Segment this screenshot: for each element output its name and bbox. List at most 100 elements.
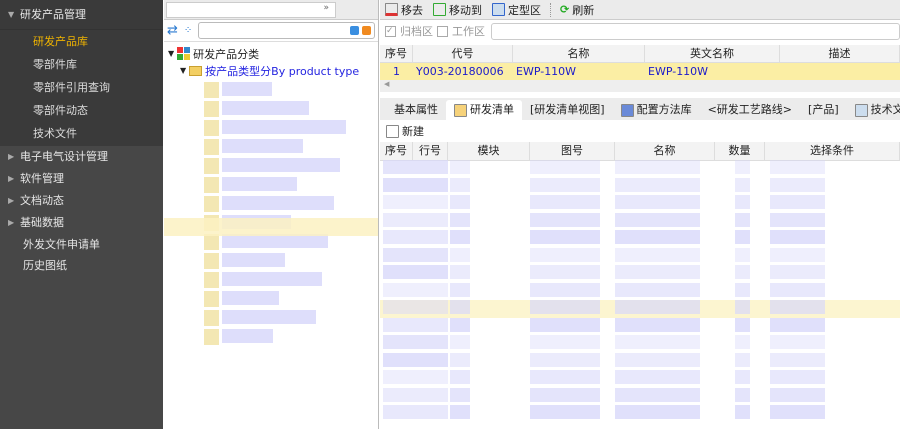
redacted-tree-node[interactable] xyxy=(222,120,346,134)
redacted-tree-node[interactable] xyxy=(222,82,272,96)
redacted-tree-node[interactable] xyxy=(204,158,219,174)
nav-group-base-data[interactable]: ▶ 基础数据 xyxy=(0,212,163,234)
tab-basic[interactable]: 基本属性 xyxy=(386,100,446,120)
nav-group-software[interactable]: ▶ 软件管理 xyxy=(0,168,163,190)
redacted-cell xyxy=(615,300,700,314)
redacted-cell xyxy=(413,317,448,332)
redacted-cell xyxy=(735,370,750,384)
redacted-tree-node[interactable] xyxy=(222,253,285,267)
tree-structure-icon[interactable]: ⁘ xyxy=(184,25,192,36)
main-panel: 移去 移动到 定型区 ⟳ 刷新 ✓ 归档区 工作区 序号 代号 名称 英文名称 描述… xyxy=(380,0,900,429)
archive-checkbox[interactable]: ✓ xyxy=(385,25,396,37)
tree-node-by-type[interactable]: ▼ 按产品类型分By product type xyxy=(168,62,378,79)
tab-tech-docs[interactable]: 技术文件 xyxy=(847,100,900,120)
collapsed-icon: ▶ xyxy=(8,196,15,205)
redacted-cell xyxy=(413,160,448,174)
redacted-cell xyxy=(413,230,448,244)
redacted-cell xyxy=(413,335,448,349)
redacted-tree-node[interactable] xyxy=(222,329,273,343)
nav-item-parts-dyn[interactable]: 零部件动态 xyxy=(0,99,163,122)
redacted-cell xyxy=(615,370,700,384)
redacted-cell xyxy=(770,317,825,332)
redacted-cell xyxy=(615,317,700,332)
move-to-button[interactable]: 移动到 xyxy=(428,2,487,18)
redacted-cell xyxy=(615,352,700,367)
redacted-tree-node[interactable] xyxy=(204,310,219,326)
redacted-cell xyxy=(450,160,470,174)
horizontal-scrollbar[interactable]: ◀ xyxy=(380,80,900,92)
redacted-cell xyxy=(450,387,470,402)
redacted-tree-node[interactable] xyxy=(204,139,219,155)
nav-item-rd-product-lib[interactable]: 研发产品库 xyxy=(0,30,163,53)
redacted-tree-node[interactable] xyxy=(222,139,303,153)
redacted-tree-node[interactable] xyxy=(222,310,316,324)
redacted-cell xyxy=(383,160,413,174)
refresh-icon: ⟳ xyxy=(560,3,570,16)
tab-product[interactable]: [产品] xyxy=(800,100,847,120)
redacted-cell xyxy=(383,300,413,314)
redacted-tree-node[interactable] xyxy=(204,234,219,250)
redacted-tree-node[interactable] xyxy=(204,291,219,307)
move-arrow-icon xyxy=(433,3,446,16)
remove-button[interactable]: 移去 xyxy=(380,2,428,18)
redacted-cell xyxy=(413,177,448,192)
nav-group-doc-dyn[interactable]: ▶ 文档动态 xyxy=(0,190,163,212)
redacted-tree-node[interactable] xyxy=(222,234,328,248)
redacted-cell xyxy=(383,405,413,419)
tree-search-input[interactable] xyxy=(198,22,375,39)
redacted-cell xyxy=(383,282,413,297)
redacted-cell xyxy=(530,387,600,402)
redacted-tree-node[interactable] xyxy=(204,101,219,117)
refresh-button[interactable]: ⟳ 刷新 xyxy=(555,2,599,18)
nav-item-history-drawings[interactable]: 历史图纸 xyxy=(0,255,163,276)
tab-rd-bom[interactable]: 研发清单 xyxy=(446,100,522,120)
tab-route[interactable]: <研发工艺路线> xyxy=(700,100,800,120)
nav-group-electronic[interactable]: ▶ 电子电气设计管理 xyxy=(0,146,163,168)
redacted-tree-node[interactable] xyxy=(222,272,322,286)
nav-item-parts-ref[interactable]: 零部件引用查询 xyxy=(0,76,163,99)
nav-item-parts-lib[interactable]: 零部件库 xyxy=(0,53,163,76)
redacted-cell xyxy=(383,195,413,209)
nav-item-outgoing-request[interactable]: 外发文件申请单 xyxy=(0,234,163,255)
redacted-cell xyxy=(383,335,413,349)
redacted-tree-node[interactable] xyxy=(204,329,219,345)
redacted-tree-node[interactable] xyxy=(204,272,219,288)
nav-item-tech-docs[interactable]: 技术文件 xyxy=(0,122,163,146)
selected-tree-node[interactable] xyxy=(164,218,378,236)
detail-tabs: 基本属性 研发清单 [研发清单视图] 配置方法库 <研发工艺路线> [产品] 技… xyxy=(380,98,900,120)
redacted-cell xyxy=(735,300,750,314)
redacted-cell xyxy=(615,160,700,174)
redacted-cell xyxy=(615,335,700,349)
category-icon xyxy=(177,47,191,60)
redacted-cell xyxy=(450,212,470,227)
refresh-icon[interactable]: ⇄ xyxy=(167,23,178,38)
arrow-down-icon[interactable] xyxy=(350,26,359,35)
redacted-tree-node[interactable] xyxy=(222,158,340,172)
tab-config[interactable]: 配置方法库 xyxy=(613,100,700,120)
arrow-up-icon[interactable] xyxy=(362,26,371,35)
redacted-cell xyxy=(450,317,470,332)
tab-bom-view[interactable]: [研发清单视图] xyxy=(522,100,613,120)
redacted-cell xyxy=(615,230,700,244)
redacted-tree-node[interactable] xyxy=(204,177,219,193)
redacted-tree-node[interactable] xyxy=(222,196,334,210)
table-row[interactable]: 1 Y003-20180006 EWP-110W EWP-110W xyxy=(380,63,900,80)
redacted-tree-node[interactable] xyxy=(222,291,279,305)
redacted-cell xyxy=(383,265,413,279)
redacted-tree-node[interactable] xyxy=(222,177,297,191)
tree-node-root[interactable]: ▼ 研发产品分类 xyxy=(168,45,378,62)
redacted-tree-node[interactable] xyxy=(204,253,219,269)
redacted-tree-node[interactable] xyxy=(204,120,219,136)
finalize-button[interactable]: 定型区 xyxy=(487,2,546,18)
folder-icon xyxy=(189,65,203,76)
redacted-tree-node[interactable] xyxy=(222,101,309,115)
view-dropdown[interactable]: » xyxy=(166,1,336,18)
redacted-tree-node[interactable] xyxy=(204,196,219,212)
redacted-tree-node[interactable] xyxy=(204,82,219,98)
redacted-cell xyxy=(530,317,600,332)
finalize-icon xyxy=(492,3,505,16)
filter-input[interactable] xyxy=(491,22,900,40)
nav-group-rd-product[interactable]: ▼ 研发产品管理 xyxy=(0,0,163,30)
new-button[interactable]: 新建 xyxy=(386,123,424,139)
work-checkbox[interactable] xyxy=(437,25,448,37)
